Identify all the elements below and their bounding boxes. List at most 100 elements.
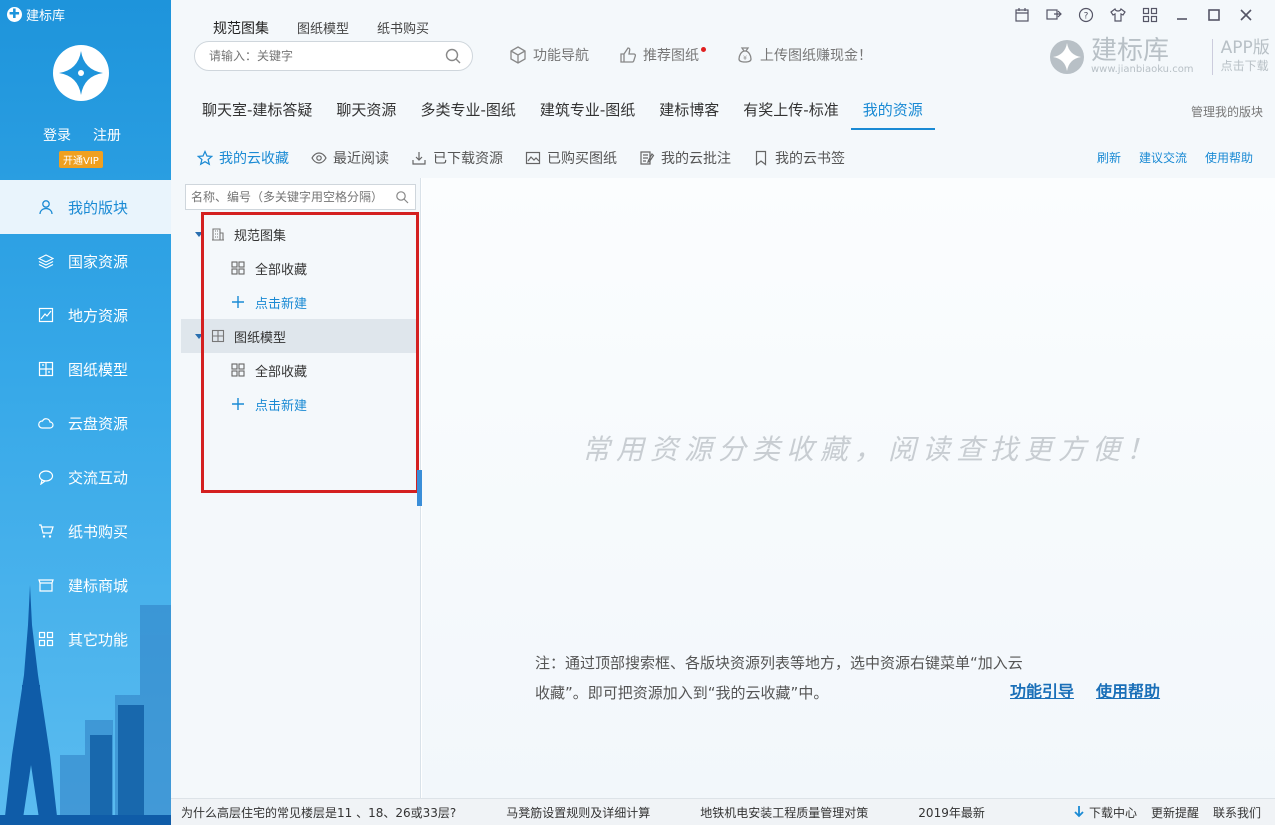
search-icon[interactable]: [395, 190, 409, 204]
notification-dot: [701, 47, 706, 52]
layers-icon: [38, 253, 54, 269]
calendar-icon[interactable]: [1013, 6, 1031, 24]
cloud-icon: [38, 415, 54, 431]
brand-logo[interactable]: 建标库 www.jianbiaoku.com APP版 点击下载: [1049, 38, 1270, 75]
download-center-label: 下载中心: [1089, 804, 1137, 821]
grid-icon: [231, 261, 245, 275]
sidebar-item-national[interactable]: 国家资源: [0, 234, 171, 288]
tree-item-label: 点击新建: [255, 293, 307, 312]
sidebar-item-local[interactable]: 地方资源: [0, 288, 171, 342]
tab-my-resources[interactable]: 我的资源: [851, 90, 935, 130]
subtab-label: 我的云收藏: [219, 148, 289, 168]
subtab-downloaded[interactable]: 已下载资源: [411, 148, 503, 168]
news-item[interactable]: 2019年最新: [918, 804, 985, 821]
subtab-cloud-annotations[interactable]: 我的云批注: [639, 148, 731, 168]
tree-search-input[interactable]: [191, 190, 395, 204]
tree-node-label: 图纸模型: [234, 327, 286, 346]
sidebar-item-label: 交流互动: [68, 467, 128, 488]
tab-chat-resources[interactable]: 聊天资源: [324, 90, 408, 130]
sub-links: 刷新 建议交流 使用帮助: [1097, 149, 1253, 166]
tab-blog[interactable]: 建标博客: [647, 90, 731, 130]
news-item[interactable]: 马凳筋设置规则及详细计算: [506, 804, 650, 821]
help-icon[interactable]: ?: [1077, 6, 1095, 24]
blueprint-icon: [211, 329, 225, 343]
contact-us-link[interactable]: 联系我们: [1213, 804, 1261, 821]
news-item[interactable]: 为什么高层住宅的常见楼层是11 、18、26或33层?: [181, 804, 456, 821]
news-ticker: 为什么高层住宅的常见楼层是11 、18、26或33层? 马凳筋设置规则及详细计算…: [171, 798, 1275, 825]
subtab-label: 我的云批注: [661, 148, 731, 168]
tree-item-create-new[interactable]: 点击新建: [231, 285, 307, 319]
top-tab-books[interactable]: 纸书购买: [377, 18, 429, 38]
tab-architecture[interactable]: 建筑专业-图纸: [528, 90, 647, 130]
skin-icon[interactable]: [1109, 6, 1127, 24]
feature-links: 功能导航 推荐图纸 ¥ 上传图纸赚现金！: [509, 45, 872, 65]
sidebar-item-label: 国家资源: [68, 251, 128, 272]
sidebar-item-cloud[interactable]: 云盘资源: [0, 396, 171, 450]
feedback-link[interactable]: 建议交流: [1139, 149, 1187, 166]
expand-arrow-icon[interactable]: [195, 334, 203, 339]
guide-links: 功能引导 使用帮助: [1010, 678, 1160, 702]
tab-multi-discipline[interactable]: 多类专业-图纸: [408, 90, 527, 130]
brand-logo-icon: [1049, 39, 1085, 75]
avatar[interactable]: [53, 45, 109, 101]
chat-icon: [38, 469, 54, 485]
sidebar-item-interaction[interactable]: 交流互动: [0, 450, 171, 504]
search-input[interactable]: [209, 49, 444, 63]
svg-text:¥: ¥: [743, 55, 747, 62]
refresh-link[interactable]: 刷新: [1097, 149, 1121, 166]
register-link[interactable]: 注册: [93, 125, 121, 145]
feature-guide-link[interactable]: 功能引导: [1010, 678, 1074, 702]
auth-links: 登录 注册: [43, 125, 121, 145]
close-icon[interactable]: [1237, 6, 1255, 24]
sidebar-item-book-purchase[interactable]: 纸书购买: [0, 504, 171, 558]
logo-cross-icon: [53, 45, 109, 101]
sidebar-item-my-section[interactable]: 我的版块: [0, 180, 171, 234]
sidebar-item-label: 地方资源: [68, 305, 128, 326]
upload-earn-button[interactable]: ¥ 上传图纸赚现金！: [736, 45, 872, 65]
login-link[interactable]: 登录: [43, 125, 71, 145]
content-area: 常用资源分类收藏，阅读查找更方便！ 注：通过顶部搜索框、各版块资源列表等地方，选…: [422, 178, 1275, 798]
subtab-recent-reading[interactable]: 最近阅读: [311, 148, 389, 168]
expand-arrow-icon[interactable]: [195, 232, 203, 237]
manage-sections-link[interactable]: 管理我的版块: [1191, 103, 1263, 120]
download-icon: [411, 150, 427, 166]
subtab-purchased[interactable]: 已购买图纸: [525, 148, 617, 168]
top-header: 规范图集 图纸模型 纸书购买 功能导航 推荐图纸 ¥ 上传图纸赚现金！ 建标库 …: [171, 0, 1275, 178]
vip-badge[interactable]: 开通VIP: [59, 151, 103, 168]
tree-item-label: 全部收藏: [255, 259, 307, 278]
update-reminder-link[interactable]: 更新提醒: [1151, 804, 1199, 821]
apps-icon[interactable]: [1141, 6, 1159, 24]
sidebar-item-label: 我的版块: [68, 197, 128, 218]
feature-navigation-button[interactable]: 功能导航: [509, 45, 589, 65]
news-item[interactable]: 地铁机电安装工程质量管理对策: [700, 804, 868, 821]
tree-node-drawings[interactable]: 图纸模型: [181, 319, 417, 353]
subtab-label: 我的云书签: [775, 148, 845, 168]
bookmark-icon: [753, 150, 769, 166]
svg-text:?: ?: [1084, 12, 1089, 22]
screen-share-icon[interactable]: [1045, 6, 1063, 24]
subtab-cloud-bookmarks[interactable]: 我的云书签: [753, 148, 845, 168]
tree-node-standards[interactable]: 规范图集: [181, 217, 417, 251]
app-download[interactable]: APP版 点击下载: [1212, 39, 1270, 75]
tab-upload-reward[interactable]: 有奖上传-标准: [731, 90, 850, 130]
recommended-drawings-button[interactable]: 推荐图纸: [619, 45, 706, 65]
plus-icon: [231, 397, 245, 411]
usage-help-link[interactable]: 使用帮助: [1096, 678, 1160, 702]
tab-chatroom[interactable]: 聊天室-建标答疑: [190, 90, 324, 130]
subtab-cloud-favorites[interactable]: 我的云收藏: [197, 148, 289, 168]
main-tabs: 聊天室-建标答疑 聊天资源 多类专业-图纸 建筑专业-图纸 建标博客 有奖上传-…: [190, 90, 935, 130]
download-center-button[interactable]: 下载中心: [1073, 804, 1137, 821]
help-link[interactable]: 使用帮助: [1205, 149, 1253, 166]
brand-url: www.jianbiaoku.com: [1091, 64, 1194, 75]
minimize-icon[interactable]: [1173, 6, 1191, 24]
tree-item-all-favorites[interactable]: 全部收藏: [231, 251, 307, 285]
maximize-icon[interactable]: [1205, 6, 1223, 24]
sidebar-item-drawings[interactable]: 图纸模型: [0, 342, 171, 396]
thumbs-up-icon: [619, 46, 637, 64]
top-tab-drawings[interactable]: 图纸模型: [297, 18, 349, 38]
sub-tabs: 我的云收藏 最近阅读 已下载资源 已购买图纸 我的云批注 我的云书签: [197, 148, 845, 168]
top-tab-standards[interactable]: 规范图集: [213, 18, 269, 38]
tree-item-all-favorites[interactable]: 全部收藏: [231, 353, 307, 387]
search-icon[interactable]: [444, 47, 462, 65]
tree-item-create-new[interactable]: 点击新建: [231, 387, 307, 421]
